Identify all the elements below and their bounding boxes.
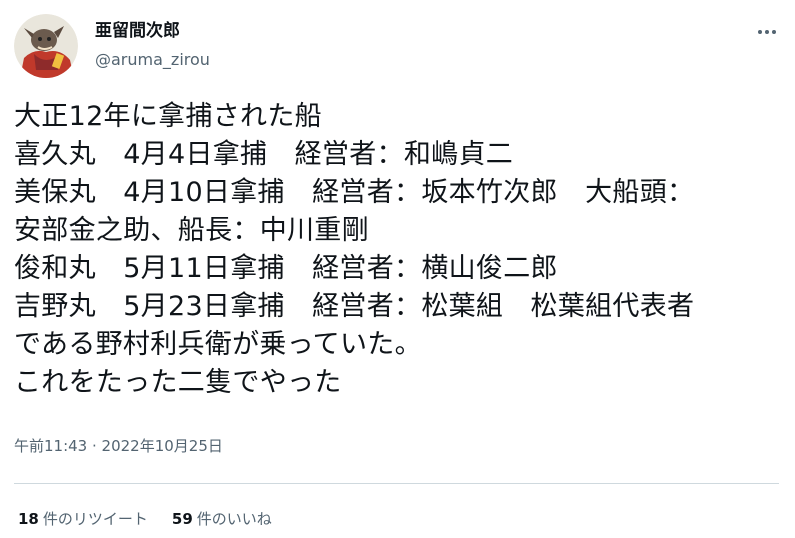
tweet-line: 吉野丸 5月23日拿捕 経営者：松葉組 松葉組代表者 [14, 291, 695, 322]
tweet-stats: 18 件のリツイート 59 件のいいね [18, 508, 296, 530]
likes-stat[interactable]: 59 件のいいね [172, 508, 272, 530]
divider [14, 483, 779, 484]
retweets-label: 件のリツイート [42, 510, 148, 528]
tweet-line: 喜久丸 4月4日拿捕 経営者：和嶋貞二 [14, 139, 514, 170]
avatar-character-icon [14, 14, 78, 78]
user-handle[interactable]: @aruma_zirou [95, 49, 210, 71]
tweet-line: 俊和丸 5月11日拿捕 経営者：横山俊二郎 [14, 253, 558, 284]
tweet-text: 大正12年に拿捕された船 喜久丸 4月4日拿捕 経営者：和嶋貞二 美保丸 4月1… [14, 98, 789, 402]
retweets-count: 18 [18, 510, 39, 528]
tweet-line: これをたった二隻でやった [14, 367, 342, 398]
tweet-line: 安部金之助、船長：中川重剛 [14, 215, 369, 246]
user-avatar[interactable] [14, 14, 78, 78]
more-options-icon[interactable] [752, 20, 782, 44]
tweet-card: 亜留間次郎 @aruma_zirou 大正12年に拿捕された船 喜久丸 4月4日… [0, 0, 795, 538]
tweet-date: 2022年10月25日 [101, 437, 223, 455]
likes-count: 59 [171, 510, 193, 528]
meta-separator: · [87, 437, 102, 455]
tweet-line: 大正12年に拿捕された船 [14, 101, 322, 132]
tweet-line: 美保丸 4月10日拿捕 経営者：坂本竹次郎 大船頭： [14, 177, 695, 208]
tweet-line: である野村利兵衛が乗っていた。 [14, 329, 422, 360]
tweet-time: 午前11:43 [14, 437, 88, 455]
display-name[interactable]: 亜留間次郎 [95, 20, 180, 42]
likes-label: 件のいいね [196, 510, 272, 528]
tweet-timestamp[interactable]: 午前11:43 · 2022年10月25日 [14, 436, 223, 456]
retweets-stat[interactable]: 18 件のリツイート [18, 508, 148, 530]
